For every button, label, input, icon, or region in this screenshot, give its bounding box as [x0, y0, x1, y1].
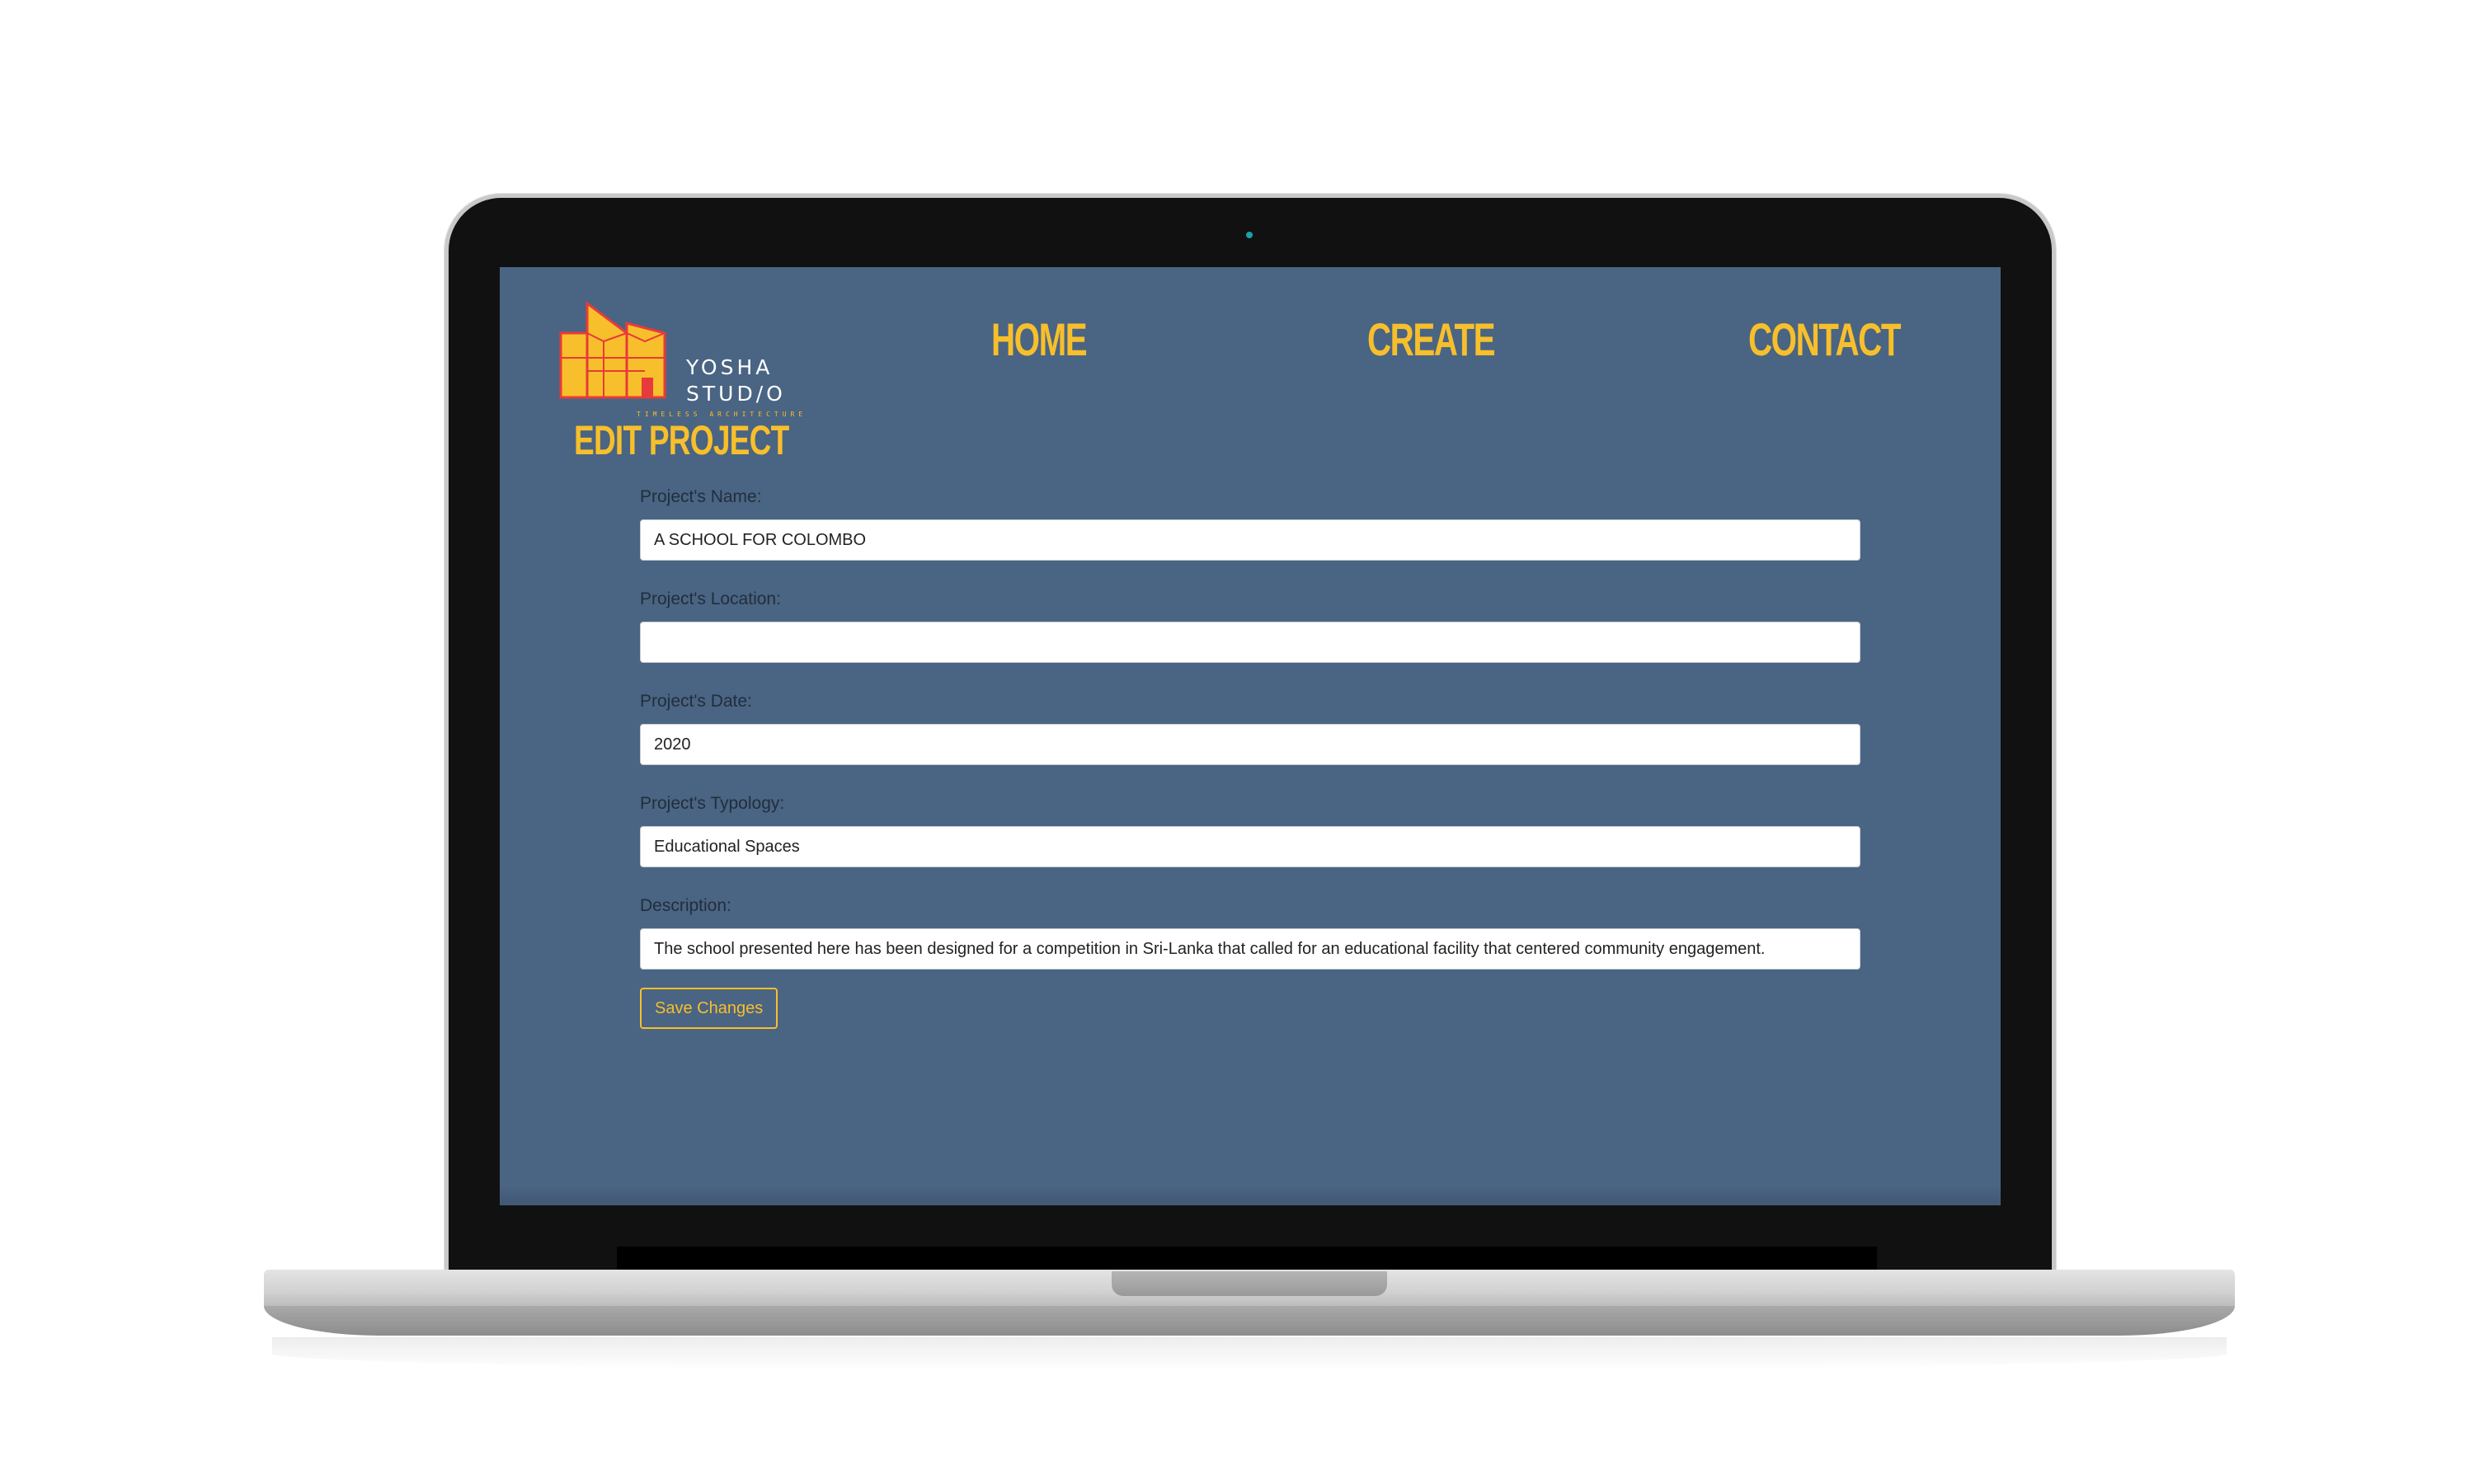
- laptop-notch: [1112, 1271, 1387, 1296]
- screen-bottom-shade: [500, 1186, 2001, 1205]
- project-typology-input[interactable]: [640, 826, 1860, 867]
- laptop-base-edge: [264, 1306, 2235, 1336]
- brand-logo[interactable]: YOSHA STUD/O TIMELESS ARCHITECTURE: [554, 290, 802, 418]
- brand-name-line1: YOSHA: [686, 355, 774, 379]
- nav-create-link[interactable]: CREATE: [1367, 313, 1496, 366]
- project-typology-label: Project's Typology:: [640, 794, 785, 813]
- project-name-input[interactable]: [640, 519, 1860, 561]
- edit-project-form: Project's Name: Project's Location: Proj…: [640, 483, 1860, 1029]
- description-input[interactable]: [640, 928, 1860, 970]
- nav-contact-link[interactable]: CONTACT: [1748, 313, 1901, 366]
- webcam-icon: [1246, 232, 1253, 238]
- project-date-input[interactable]: [640, 724, 1860, 765]
- page-title: EDIT PROJECT: [574, 417, 789, 463]
- description-label: Description:: [640, 896, 731, 915]
- brand-name-line2: STUD/O: [686, 382, 786, 406]
- project-name-label: Project's Name:: [640, 487, 762, 506]
- laptop-screen: YOSHA STUD/O TIMELESS ARCHITECTURE HOME …: [500, 267, 2001, 1205]
- laptop-shadow: [272, 1337, 2227, 1370]
- project-location-label: Project's Location:: [640, 589, 781, 608]
- project-location-input[interactable]: [640, 622, 1860, 663]
- nav-home-link[interactable]: HOME: [991, 313, 1088, 366]
- project-date-label: Project's Date:: [640, 692, 752, 711]
- save-changes-button[interactable]: Save Changes: [640, 988, 778, 1029]
